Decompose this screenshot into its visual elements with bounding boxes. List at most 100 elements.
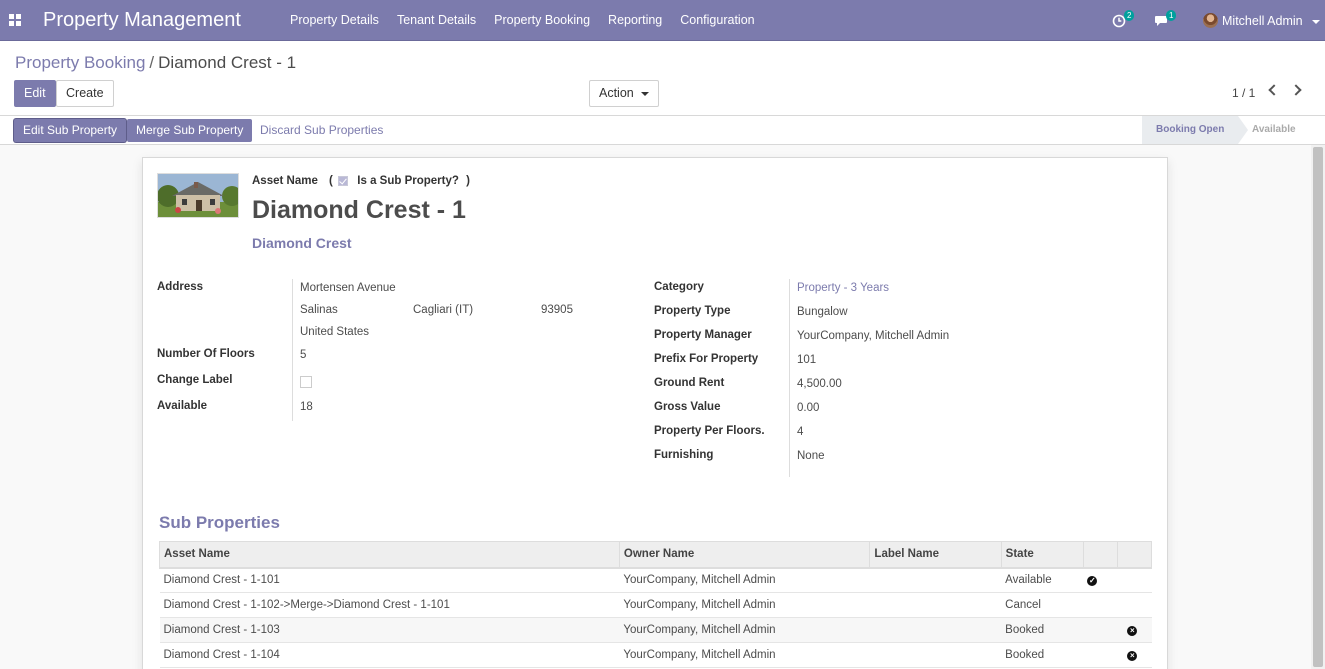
previous-record-icon[interactable]	[1268, 84, 1280, 96]
cell-owner: YourCompany, Mitchell Admin	[619, 617, 870, 643]
times-circle-icon[interactable]: ×	[1127, 651, 1138, 661]
category-field[interactable]: Property - 3 Years	[797, 282, 889, 294]
scrollbar-thumb[interactable]	[1313, 147, 1323, 667]
property-per-floors-label: Property Per Floors.	[654, 425, 765, 437]
property-manager-label: Property Manager	[654, 329, 752, 341]
ground-rent-label: Ground Rent	[654, 377, 725, 389]
is-sub-property-label: Is a Sub Property?	[357, 175, 459, 187]
cell-state: Available	[1001, 567, 1084, 593]
main-menu: Property Details Tenant Details Property…	[281, 0, 764, 41]
left-group-divider	[292, 279, 293, 421]
action-label: Action	[599, 86, 634, 100]
cell-asset: Diamond Crest - 1-101	[159, 567, 620, 593]
cell-asset: Diamond Crest - 1-102->Merge->Diamond Cr…	[159, 592, 620, 618]
property-manager-field[interactable]: YourCompany, Mitchell Admin	[797, 330, 949, 342]
form-statusbar: Edit Sub Property Merge Sub Property Dis…	[0, 116, 1325, 145]
check-circle-icon[interactable]: ✓	[1087, 576, 1098, 587]
top-navbar: Property Management Property Details Ten…	[0, 0, 1325, 41]
pager-value[interactable]: 1 / 1	[1232, 86, 1255, 100]
table-row[interactable]: Diamond Crest - 1-101 YourCompany, Mitch…	[159, 567, 1152, 593]
furnishing-label: Furnishing	[654, 449, 714, 461]
property-type-field[interactable]: Bungalow	[797, 306, 848, 318]
action-dropdown[interactable]: Action	[589, 80, 660, 107]
column-owner-name[interactable]: Owner Name	[618, 541, 871, 569]
stage-available[interactable]: Available	[1252, 116, 1296, 144]
menu-property-booking[interactable]: Property Booking	[485, 0, 599, 41]
house-image-icon	[158, 174, 238, 217]
stage-booking-open[interactable]: Booking Open	[1142, 116, 1248, 144]
user-name: Mitchell Admin	[1222, 14, 1303, 28]
prefix-field[interactable]: 101	[797, 354, 816, 366]
breadcrumb-current: Diamond Crest - 1	[158, 53, 297, 72]
vertical-scrollbar[interactable]	[1311, 145, 1325, 669]
property-image[interactable]	[157, 173, 239, 218]
cell-asset: Diamond Crest - 1-103	[159, 617, 620, 643]
cell-action-2	[1117, 592, 1152, 618]
table-row[interactable]: Diamond Crest - 1-102->Merge->Diamond Cr…	[159, 592, 1152, 618]
activity-count-badge: 2	[1124, 10, 1135, 21]
menu-reporting[interactable]: Reporting	[599, 0, 671, 41]
user-menu[interactable]: Mitchell Admin	[1222, 14, 1321, 28]
menu-tenant-details[interactable]: Tenant Details	[388, 0, 485, 41]
change-label-checkbox[interactable]	[300, 375, 312, 388]
messages-button[interactable]: 1	[1154, 10, 1177, 30]
cell-label	[869, 567, 1002, 593]
edit-button[interactable]: Edit	[14, 80, 56, 107]
record-name[interactable]: Diamond Crest - 1	[252, 196, 466, 225]
property-type-label: Property Type	[654, 305, 731, 317]
edit-sub-property-button[interactable]: Edit Sub Property	[14, 119, 127, 142]
sub-properties-table: Asset Name Owner Name Label Name State D…	[159, 541, 1153, 668]
times-circle-icon[interactable]: ×	[1127, 626, 1138, 636]
table-row[interactable]: Diamond Crest - 1-103 YourCompany, Mitch…	[159, 617, 1152, 643]
furnishing-field[interactable]: None	[797, 450, 825, 462]
apps-menu-icon[interactable]	[9, 14, 21, 26]
table-row[interactable]: Diamond Crest - 1-104 YourCompany, Mitch…	[159, 642, 1152, 668]
create-button[interactable]: Create	[56, 80, 114, 107]
street-field[interactable]: Mortensen Avenue	[300, 282, 396, 294]
cell-label	[869, 617, 1002, 643]
column-action-1	[1082, 541, 1118, 569]
caret-down-icon	[1312, 19, 1321, 24]
parent-property-link[interactable]: Diamond Crest	[252, 235, 352, 251]
column-state[interactable]: State	[1000, 541, 1084, 569]
state-field[interactable]: Cagliari (IT)	[413, 304, 473, 316]
cell-owner: YourCompany, Mitchell Admin	[619, 592, 870, 618]
available-field[interactable]: 18	[300, 401, 313, 413]
close-paren: )	[466, 175, 470, 187]
property-per-floors-field[interactable]: 4	[797, 426, 803, 438]
menu-property-details[interactable]: Property Details	[281, 0, 388, 41]
cell-state: Booked	[1001, 642, 1084, 668]
column-asset-name[interactable]: Asset Name	[159, 541, 620, 569]
cell-action-1	[1083, 642, 1118, 668]
gross-value-label: Gross Value	[654, 401, 721, 413]
ground-rent-field[interactable]: 4,500.00	[797, 378, 842, 390]
right-group-divider	[789, 279, 790, 477]
cell-action-1: ✓	[1083, 567, 1118, 593]
menu-configuration[interactable]: Configuration	[671, 0, 763, 41]
sub-properties-title: Sub Properties	[159, 513, 280, 532]
cell-asset: Diamond Crest - 1-104	[159, 642, 620, 668]
floors-field[interactable]: 5	[300, 349, 306, 361]
zip-field[interactable]: 93905	[541, 304, 573, 316]
floors-label: Number Of Floors	[157, 348, 255, 360]
cell-action-2	[1117, 567, 1152, 593]
column-action-2	[1116, 541, 1153, 569]
breadcrumb: Property Booking / Diamond Crest - 1	[15, 53, 296, 73]
discard-sub-properties-button[interactable]: Discard Sub Properties	[251, 119, 392, 142]
address-label: Address	[157, 281, 204, 293]
open-paren: (	[329, 175, 333, 187]
is-sub-property-checkbox[interactable]	[338, 175, 349, 186]
country-field[interactable]: United States	[300, 326, 369, 338]
city-field[interactable]: Salinas	[300, 304, 338, 316]
cell-label	[869, 592, 1002, 618]
gross-value-field[interactable]: 0.00	[797, 402, 819, 414]
breadcrumb-parent-link[interactable]: Property Booking	[15, 53, 145, 72]
cell-state: Cancel	[1001, 592, 1084, 618]
next-record-icon[interactable]	[1290, 84, 1302, 96]
cell-action-1	[1083, 617, 1118, 643]
merge-sub-property-button[interactable]: Merge Sub Property	[127, 119, 253, 142]
column-label-name[interactable]: Label Name	[869, 541, 1002, 569]
app-title[interactable]: Property Management	[43, 9, 241, 32]
user-avatar[interactable]	[1203, 13, 1218, 28]
activity-button[interactable]: 2	[1112, 10, 1135, 30]
